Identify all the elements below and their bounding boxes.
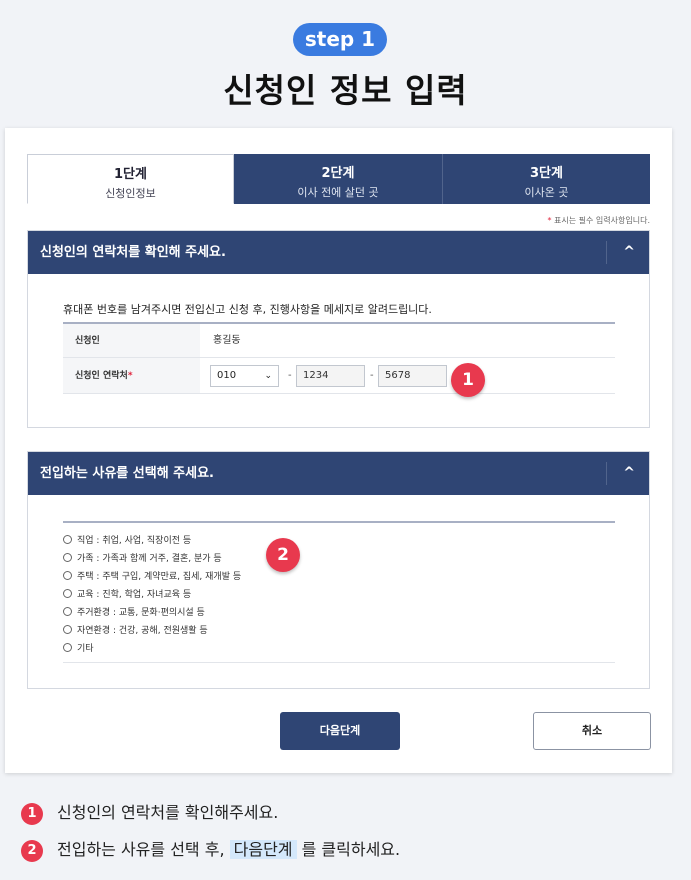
chevron-down-icon: ⌄ xyxy=(264,371,272,381)
reason-option-label: 주택 : 주택 구입, 계약만료, 집세, 재개발 등 xyxy=(77,572,242,582)
reason-section: 전입하는 사유를 선택해 주세요. ^ 직업 : 취업, 사업, 직장이전 등 … xyxy=(27,451,650,689)
instruction-2: 2 전입하는 사유를 선택 후, 다음단계 를 클릭하세요. xyxy=(21,836,400,862)
phone-dash: - xyxy=(288,370,292,381)
applicant-name-row: 신청인 홍길동 xyxy=(63,324,615,358)
cancel-button[interactable]: 취소 xyxy=(533,712,651,750)
instruction-2-text-end: 를 클릭하세요. xyxy=(296,840,401,859)
instruction-2-text: 전입하는 사유를 선택 후, xyxy=(57,840,230,859)
instruction-number-1: 1 xyxy=(21,803,43,825)
annotation-badge-2: 2 xyxy=(266,538,300,572)
required-star: * xyxy=(127,371,133,381)
page-title: 신청인 정보 입력 xyxy=(223,71,468,110)
reason-option[interactable]: 자연환경 : 건강, 공해, 전원생활 등 xyxy=(63,623,208,636)
reason-option[interactable]: 직업 : 취업, 사업, 직장이전 등 xyxy=(63,533,191,546)
phone-middle-input[interactable]: 1234 xyxy=(296,365,365,387)
tab-step-1[interactable]: 1단계 신청인정보 xyxy=(27,154,234,204)
phone-prefix-select[interactable]: 010 ⌄ xyxy=(210,365,279,387)
reason-section-header[interactable]: 전입하는 사유를 선택해 주세요. ^ xyxy=(28,452,649,495)
options-top-rule xyxy=(63,521,615,523)
applicant-phone-label: 신청인 연락처* xyxy=(63,358,200,393)
contact-section-title: 신청인의 연락처를 확인해 주세요. xyxy=(40,245,226,260)
header-divider xyxy=(606,462,607,485)
required-note-text: 표시는 필수 입력사항입니다. xyxy=(551,216,650,225)
header-divider xyxy=(606,241,607,264)
phone-prefix-value: 010 xyxy=(217,370,237,381)
applicant-name-label: 신청인 xyxy=(63,324,200,357)
tab-step-3-subtitle: 이사온 곳 xyxy=(524,186,569,199)
instruction-number-2: 2 xyxy=(21,840,43,862)
phone-last-input[interactable]: 5678 xyxy=(378,365,447,387)
contact-section: 신청인의 연락처를 확인해 주세요. ^ 휴대폰 번호를 남겨주시면 전입신고 … xyxy=(27,230,650,428)
reason-option-label: 교육 : 진학, 학업, 자녀교육 등 xyxy=(77,590,192,600)
chevron-up-icon[interactable]: ^ xyxy=(623,452,635,495)
reason-option-label: 직업 : 취업, 사업, 직장이전 등 xyxy=(77,536,192,546)
radio-circle-icon xyxy=(63,571,72,580)
tab-step-1-subtitle: 신청인정보 xyxy=(105,187,156,200)
step-tabs: 1단계 신청인정보 2단계 이사 전에 살던 곳 3단계 이사온 곳 xyxy=(27,154,650,204)
instruction-1: 1 신청인의 연락처를 확인해주세요. xyxy=(21,799,278,825)
tab-step-1-title: 1단계 xyxy=(114,167,147,182)
applicant-name-value: 홍길동 xyxy=(213,335,241,346)
radio-circle-icon xyxy=(63,643,72,652)
reason-option-label: 자연환경 : 건강, 공해, 전원생활 등 xyxy=(77,626,208,636)
reason-option[interactable]: 주택 : 주택 구입, 계약만료, 집세, 재개발 등 xyxy=(63,569,241,582)
radio-circle-icon xyxy=(63,607,72,616)
reason-option[interactable]: 기타 xyxy=(63,641,94,654)
form-card: 1단계 신청인정보 2단계 이사 전에 살던 곳 3단계 이사온 곳 * 표시는… xyxy=(5,128,672,773)
reason-option-label: 기타 xyxy=(77,644,94,654)
step-badge: step 1 xyxy=(293,23,387,56)
required-note: * 표시는 필수 입력사항입니다. xyxy=(548,215,651,226)
reason-section-title: 전입하는 사유를 선택해 주세요. xyxy=(40,466,214,481)
reason-option-label: 주거환경 : 교통, 문화·편의시설 등 xyxy=(77,608,205,618)
contact-section-header[interactable]: 신청인의 연락처를 확인해 주세요. ^ xyxy=(28,231,649,274)
reason-option[interactable]: 가족 : 가족과 함께 거주, 결혼, 분가 등 xyxy=(63,551,222,564)
tab-step-2-subtitle: 이사 전에 살던 곳 xyxy=(297,186,379,199)
radio-circle-icon xyxy=(63,553,72,562)
next-step-button[interactable]: 다음단계 xyxy=(280,712,400,750)
phone-dash: - xyxy=(370,370,374,381)
radio-circle-icon xyxy=(63,535,72,544)
annotation-badge-1: 1 xyxy=(451,363,485,397)
instruction-1-text: 신청인의 연락처를 확인해주세요. xyxy=(57,803,279,822)
contact-description: 휴대폰 번호를 남겨주시면 전입신고 신청 후, 진행사항을 메세지로 알려드립… xyxy=(63,303,432,316)
tab-step-2[interactable]: 2단계 이사 전에 살던 곳 xyxy=(234,154,442,204)
reason-option-label: 가족 : 가족과 함께 거주, 결혼, 분가 등 xyxy=(77,554,222,564)
tab-step-3-title: 3단계 xyxy=(530,166,563,181)
reason-option[interactable]: 주거환경 : 교통, 문화·편의시설 등 xyxy=(63,605,205,618)
tab-step-2-title: 2단계 xyxy=(321,166,355,181)
applicant-phone-row: 신청인 연락처* 010 ⌄ - 1234 - 5678 xyxy=(63,358,615,394)
chevron-up-icon[interactable]: ^ xyxy=(623,231,635,274)
instruction-2-highlight: 다음단계 xyxy=(229,840,297,859)
radio-circle-icon xyxy=(63,625,72,634)
tab-step-3[interactable]: 3단계 이사온 곳 xyxy=(442,154,650,204)
phone-label-text: 신청인 연락처 xyxy=(75,371,128,381)
reason-option[interactable]: 교육 : 진학, 학업, 자녀교육 등 xyxy=(63,587,191,600)
radio-circle-icon xyxy=(63,589,72,598)
options-bottom-rule xyxy=(63,662,615,663)
